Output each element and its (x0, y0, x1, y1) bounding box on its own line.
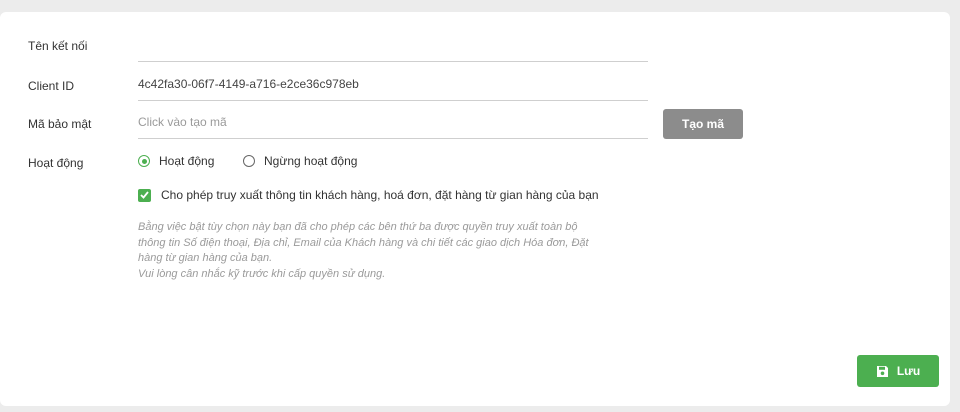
status-active-radio[interactable]: Hoạt động (138, 154, 214, 168)
generate-secret-button[interactable]: Tạo mã (663, 109, 743, 139)
note-line: Bằng việc bật tùy chọn này bạn đã cho ph… (138, 221, 578, 233)
permission-note: Bằng việc bật tùy chọn này bạn đã cho ph… (138, 220, 668, 282)
save-button[interactable]: Lưu (857, 355, 939, 387)
top-strip (0, 0, 960, 12)
radio-unchecked-icon (243, 155, 255, 167)
save-label: Lưu (896, 364, 921, 378)
status-inactive-radio[interactable]: Ngừng hoạt động (243, 154, 357, 168)
secret-label: Mã bảo mật (28, 117, 92, 131)
permission-label: Cho phép truy xuất thông tin khách hàng,… (161, 188, 599, 202)
status-label: Hoạt động (28, 156, 84, 170)
connection-form-panel: Tên kết nối Client ID Mã bảo mật Tạo mã … (0, 12, 950, 406)
note-line: Vui lòng cân nhắc kỹ trước khi cấp quyền… (138, 267, 386, 280)
status-inactive-label: Ngừng hoạt động (264, 154, 358, 168)
client-id-label: Client ID (28, 79, 75, 93)
connection-name-label: Tên kết nối (28, 39, 88, 53)
client-id-field (138, 67, 648, 101)
status-active-label: Hoạt động (159, 154, 215, 168)
client-id-input[interactable] (138, 77, 648, 91)
note-line: hàng từ gian hàng của bạn. (138, 252, 273, 264)
secret-field (138, 105, 648, 139)
secret-input[interactable] (138, 115, 648, 129)
checkbox-checked-icon[interactable] (138, 188, 151, 202)
connection-name-input[interactable] (138, 38, 648, 52)
floppy-disk-icon (876, 365, 888, 377)
radio-checked-icon (138, 155, 150, 167)
connection-name-field (138, 28, 648, 62)
permission-checkbox-row[interactable]: Cho phép truy xuất thông tin khách hàng,… (138, 188, 599, 202)
note-line: thông tin Số điện thoại, Địa chỉ, Email … (138, 236, 589, 249)
